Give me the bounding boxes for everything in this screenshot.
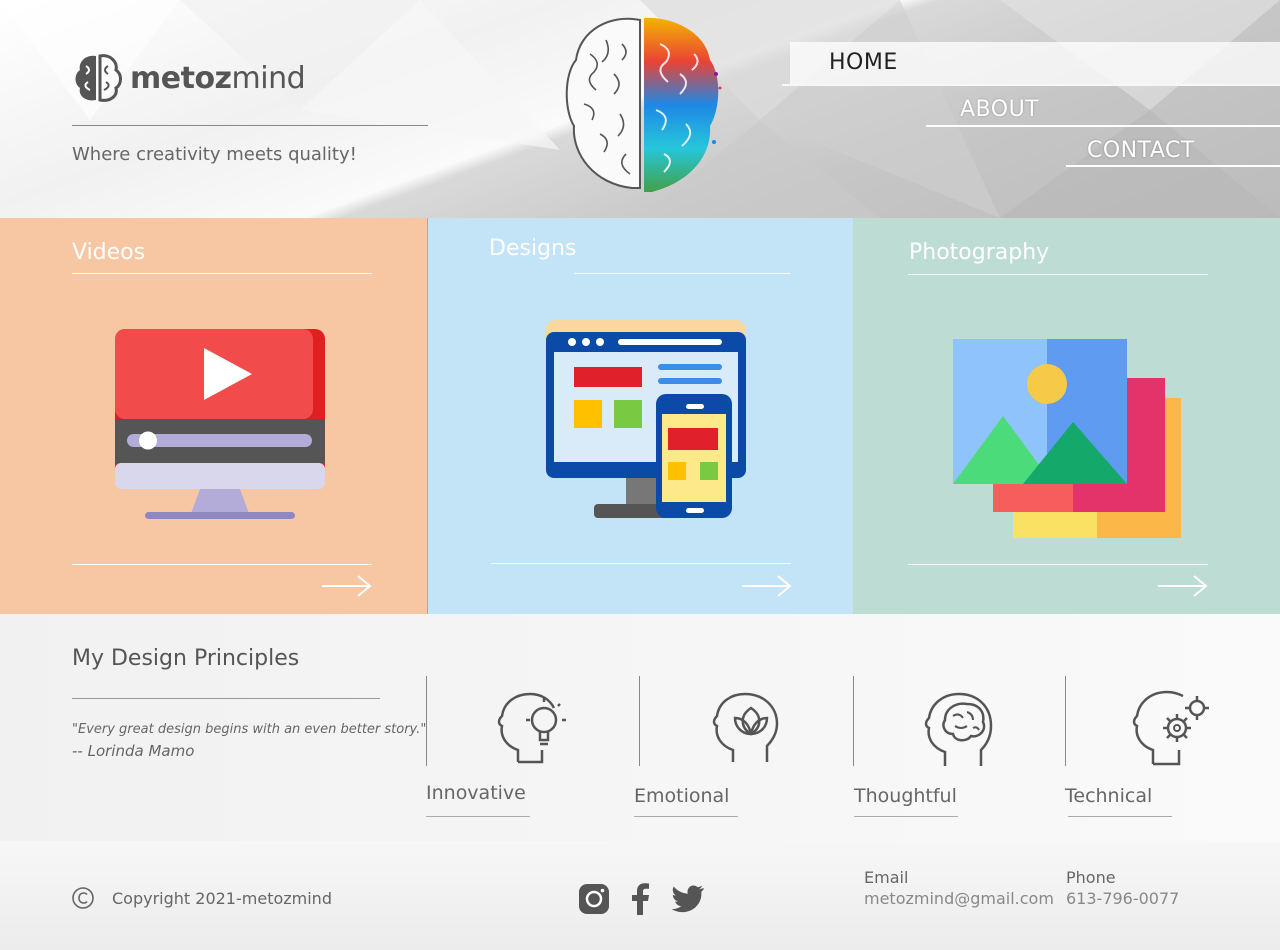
principle-underline (854, 816, 958, 817)
principles-author: -- Lorinda Mamo (72, 742, 195, 760)
phone-link[interactable]: 613-796-0077 (1066, 889, 1179, 908)
twitter-icon[interactable] (670, 885, 704, 913)
principle-label-thoughtful: Thoughtful (854, 785, 957, 807)
photo-gallery-icon (953, 339, 1181, 538)
nav-home[interactable]: HOME (829, 50, 898, 75)
nav-about-underline (926, 125, 1280, 127)
phone-label: Phone (1066, 868, 1116, 887)
design-principles-section: My Design Principles "Every great design… (0, 614, 1280, 841)
arrow-right-icon[interactable] (1156, 574, 1210, 598)
site-header: metozmind Where creativity meets quality… (0, 0, 1280, 218)
principle-underline (1068, 816, 1172, 817)
principle-divider (853, 676, 854, 766)
instagram-icon[interactable] (578, 883, 610, 915)
principle-technical: Technical (1065, 676, 1275, 826)
principle-label-technical: Technical (1065, 785, 1153, 807)
tagline: Where creativity meets quality! (72, 144, 357, 165)
principle-label-innovative: Innovative (426, 782, 526, 804)
site-footer: Copyright 2021-metozmind Email metozmind… (0, 841, 1280, 950)
brain-hero-illustration (565, 17, 722, 192)
principle-divider (426, 676, 427, 766)
nav-home-underline (782, 84, 1280, 86)
principle-divider (1065, 676, 1066, 766)
principle-divider (639, 676, 640, 766)
service-cards: Videos Designs Photography (0, 218, 1280, 614)
principle-thoughtful: Thoughtful (853, 676, 1063, 826)
card-title-designs: Designs (489, 236, 577, 261)
card-photography[interactable]: Photography (853, 218, 1280, 614)
principles-title: My Design Principles (72, 646, 300, 671)
copyright-text: Copyright 2021-metozmind (112, 889, 332, 908)
copyright-icon (72, 887, 94, 909)
principle-underline (426, 816, 530, 817)
web-design-icon (546, 320, 746, 518)
card-bottom-line (72, 564, 372, 565)
card-videos[interactable]: Videos (0, 218, 427, 614)
facebook-icon[interactable] (630, 883, 650, 915)
card-title-photography: Photography (909, 240, 1050, 265)
brain-logo-icon (75, 54, 122, 102)
card-title-underline (908, 274, 1208, 275)
nav-about[interactable]: ABOUT (960, 97, 1039, 122)
head-gear-icon (1132, 690, 1209, 766)
card-title-underline (72, 273, 372, 274)
principle-label-emotional: Emotional (634, 785, 730, 807)
card-title-underline (574, 273, 790, 274)
arrow-right-icon[interactable] (320, 574, 374, 598)
nav-contact[interactable]: CONTACT (1087, 138, 1195, 163)
card-title-videos: Videos (72, 240, 146, 265)
principle-innovative: Innovative (426, 676, 636, 826)
card-bottom-line (491, 563, 791, 564)
video-monitor-icon (115, 329, 325, 519)
principle-emotional: Emotional (634, 676, 849, 826)
email-link[interactable]: metozmind@gmail.com (864, 889, 1054, 908)
header-divider (72, 125, 428, 126)
card-bottom-line (908, 564, 1208, 565)
nav-contact-underline (1066, 165, 1280, 167)
head-lotus-icon (712, 692, 779, 762)
card-designs[interactable]: Designs (427, 218, 853, 614)
logo-text: metozmind (130, 60, 306, 96)
logo[interactable]: metozmind (72, 52, 306, 104)
arrow-right-icon[interactable] (740, 574, 794, 598)
principle-underline (634, 816, 738, 817)
principles-divider (72, 698, 380, 699)
head-brain-icon (924, 692, 993, 766)
email-label: Email (864, 868, 909, 887)
principles-quote: "Every great design begins with an even … (72, 722, 427, 737)
head-lightbulb-icon (497, 692, 566, 764)
